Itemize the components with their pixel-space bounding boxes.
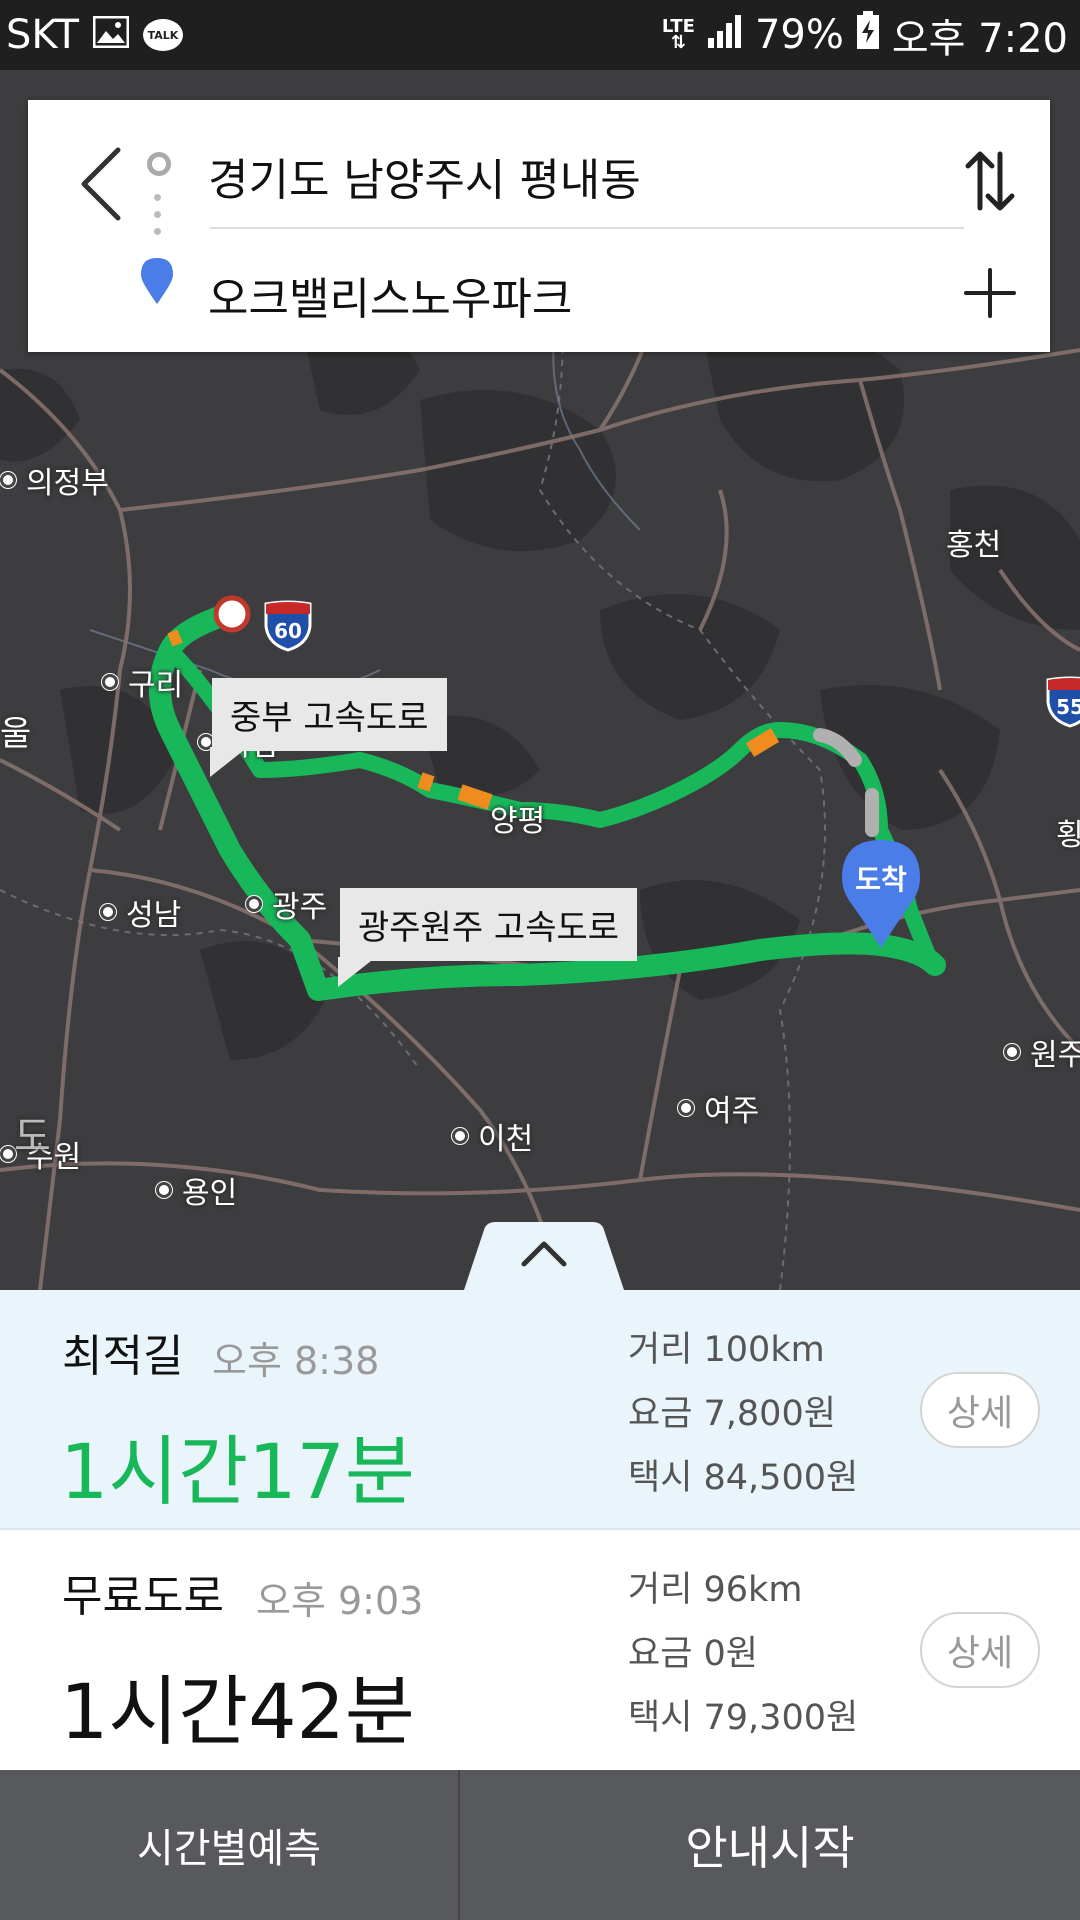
kakaotalk-icon: TALK	[142, 19, 183, 51]
gallery-icon	[92, 12, 130, 58]
highway-shield-55-icon: 55	[1046, 676, 1080, 728]
route-taxi-fare: 택시 79,300원	[628, 1698, 859, 1738]
place-guri[interactable]: 구리	[102, 660, 183, 704]
clock: 오후 7:20	[891, 16, 1068, 62]
route-search-card: 경기도 남양주시 평내동 오크밸리스노우파크	[28, 100, 1050, 352]
carrier-label: SKT	[6, 12, 79, 58]
place-seongnam[interactable]: 성남	[100, 890, 181, 934]
place-dot-icon	[100, 904, 116, 920]
route-dots-icon	[154, 194, 161, 245]
detail-button[interactable]: 상세	[920, 1612, 1040, 1688]
route-distance: 거리 100km	[628, 1330, 825, 1370]
signal-icon	[707, 12, 743, 58]
place-gwangju[interactable]: 광주	[246, 882, 327, 926]
route-toll: 요금 7,800원	[628, 1394, 836, 1434]
swap-origin-destination-button[interactable]	[960, 136, 1020, 226]
place-hongcheon[interactable]: 홍천	[946, 520, 1001, 564]
destination-field[interactable]: 오크밸리스노우파크	[208, 250, 928, 340]
route-option-best[interactable]: 최적길 오후 8:38 1시간17분 거리 100km 요금 7,800원 택시…	[0, 1290, 1080, 1530]
route-info: 거리 100km 요금 7,800원 택시 84,500원	[628, 1318, 858, 1510]
road-callout-gwangju-wonju[interactable]: 광주원주 고속도로	[337, 888, 638, 987]
route-distance: 거리 96km	[628, 1570, 803, 1610]
highway-shield-60-icon: 60	[264, 600, 312, 652]
map-edge-label: 도	[14, 1114, 51, 1160]
place-yangpyeong[interactable]: 양평	[490, 796, 545, 840]
chevron-left-icon	[81, 147, 121, 221]
plus-icon	[964, 268, 1016, 318]
bottom-action-bar: 시간별예측 안내시작	[0, 1770, 1080, 1920]
arrival-pin[interactable]: 도착	[842, 840, 920, 950]
origin-dot-icon	[147, 152, 171, 176]
route-type: 최적길	[62, 1331, 184, 1382]
swap-arrows-icon	[965, 151, 1015, 211]
route-option-free[interactable]: 무료도로 오후 9:03 1시간42분 거리 96km 요금 0원 택시 79,…	[0, 1530, 1080, 1770]
place-yeoju[interactable]: 여주	[678, 1086, 759, 1130]
place-dot-icon	[452, 1128, 468, 1144]
back-button[interactable]	[70, 120, 140, 240]
place-dot-icon	[102, 674, 118, 690]
road-callout-jungbu[interactable]: 중부 고속도로	[210, 678, 447, 777]
arrival-time: 오후 9:03	[256, 1579, 424, 1623]
place-uijeongbu[interactable]: 의정부	[0, 458, 109, 502]
time-prediction-button[interactable]: 시간별예측	[0, 1770, 460, 1920]
start-guidance-button[interactable]: 안내시작	[460, 1770, 1080, 1920]
place-dot-icon	[0, 472, 16, 488]
add-waypoint-button[interactable]	[960, 252, 1020, 332]
travel-duration: 1시간42분	[60, 1667, 415, 1756]
battery-percent: 79%	[754, 12, 844, 58]
highway-number-55: 55	[1056, 695, 1080, 719]
status-bar: SKT TALK LTE ⇅ 79% 오후 7:20	[0, 0, 1080, 70]
place-dot-icon	[156, 1182, 172, 1198]
map-edge-label: 울	[0, 714, 32, 754]
route-taxi-fare: 택시 84,500원	[628, 1458, 859, 1498]
place-dot-icon	[246, 896, 262, 912]
detail-button[interactable]: 상세	[920, 1372, 1040, 1448]
place-dot-icon	[1004, 1044, 1020, 1060]
destination-pin-icon	[141, 258, 173, 304]
expand-panel-handle[interactable]	[464, 1222, 624, 1290]
lte-indicator: LTE ⇅	[661, 16, 695, 53]
highway-number-60: 60	[274, 619, 302, 643]
chevron-up-icon	[464, 1222, 624, 1290]
place-dot-icon	[678, 1100, 694, 1116]
route-info: 거리 96km 요금 0원 택시 79,300원	[628, 1558, 858, 1750]
search-divider	[210, 227, 964, 229]
map-edge-label: 횡	[1056, 818, 1080, 853]
route-type: 무료도로	[62, 1571, 224, 1622]
arrival-time: 오후 8:38	[212, 1339, 380, 1383]
route-start-marker	[213, 595, 251, 633]
place-yongin[interactable]: 용인	[156, 1168, 237, 1212]
travel-duration: 1시간17분	[60, 1427, 415, 1516]
origin-field[interactable]: 경기도 남양주시 평내동	[208, 126, 928, 226]
route-toll: 요금 0원	[628, 1634, 758, 1674]
battery-charging-icon	[856, 11, 880, 59]
place-wonju[interactable]: 원주	[1004, 1030, 1080, 1074]
place-icheon[interactable]: 이천	[452, 1114, 533, 1158]
